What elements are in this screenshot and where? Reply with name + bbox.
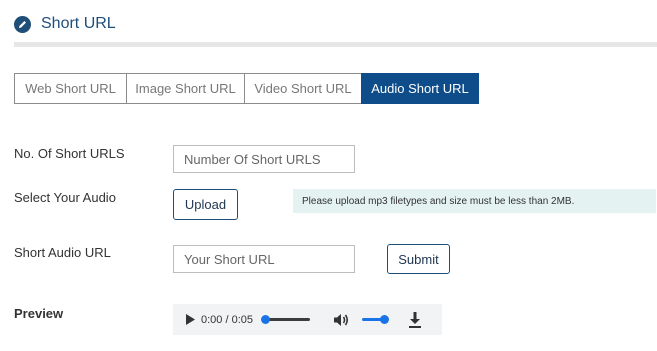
volume-icon[interactable] bbox=[332, 311, 350, 329]
download-icon[interactable] bbox=[408, 311, 422, 329]
tab-bar: Web Short URL Image Short URL Video Shor… bbox=[14, 73, 479, 104]
volume-handle[interactable] bbox=[380, 315, 389, 324]
short-url-input[interactable] bbox=[173, 245, 355, 273]
short-audio-url-label: Short Audio URL bbox=[14, 245, 111, 260]
upload-button[interactable]: Upload bbox=[173, 189, 238, 220]
audio-player: 0:00 / 0:05 bbox=[173, 304, 442, 335]
count-label: No. Of Short URLS bbox=[14, 146, 125, 161]
short-url-count-input[interactable] bbox=[173, 145, 355, 173]
preview-label: Preview bbox=[14, 306, 64, 321]
header-divider bbox=[14, 42, 657, 47]
page-header: Short URL bbox=[14, 12, 116, 36]
upload-hint: Please upload mp3 filetypes and size mus… bbox=[293, 189, 656, 213]
audio-label: Select Your Audio bbox=[14, 190, 116, 205]
seek-handle[interactable] bbox=[261, 315, 270, 324]
tab-web-short-url[interactable]: Web Short URL bbox=[14, 73, 126, 104]
playback-time: 0:00 / 0:05 bbox=[201, 313, 253, 326]
pencil-icon bbox=[14, 15, 31, 33]
page-title: Short URL bbox=[41, 15, 116, 32]
seek-slider[interactable] bbox=[261, 315, 310, 324]
play-icon[interactable] bbox=[183, 313, 197, 327]
tab-audio-short-url[interactable]: Audio Short URL bbox=[361, 73, 479, 104]
tab-video-short-url[interactable]: Video Short URL bbox=[244, 73, 361, 104]
submit-button[interactable]: Submit bbox=[387, 244, 450, 274]
volume-slider[interactable] bbox=[362, 315, 389, 324]
tab-image-short-url[interactable]: Image Short URL bbox=[126, 73, 244, 104]
